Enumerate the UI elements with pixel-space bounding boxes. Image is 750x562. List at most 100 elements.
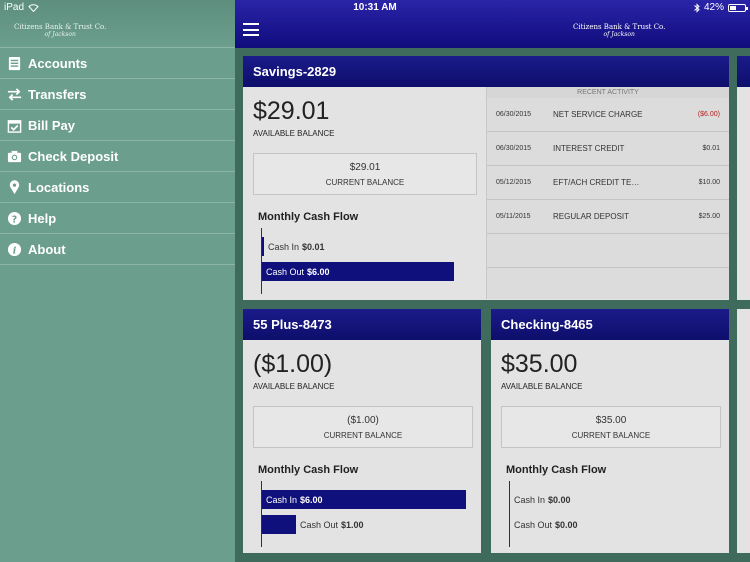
main-panel: Citizens Bank & Trust Co. of Jackson Sav…: [235, 0, 750, 562]
available-balance: $29.01 AVAILABLE BALANCE: [253, 97, 335, 138]
sidebar-item-check-deposit[interactable]: Check Deposit: [0, 141, 235, 172]
camera-icon: [6, 148, 22, 164]
transaction-row[interactable]: 05/11/2015 REGULAR DEPOSIT $25.00: [487, 200, 729, 234]
cash-out-bar: [262, 515, 296, 534]
available-label: AVAILABLE BALANCE: [501, 382, 583, 391]
account-name[interactable]: 55 Plus-8473: [243, 309, 481, 340]
sidebar-item-about[interactable]: i About: [0, 234, 235, 265]
question-icon: ?: [6, 210, 22, 226]
cash-out-label: Cash Out $0.00: [514, 515, 578, 534]
cash-out-label: Cash Out $1.00: [300, 515, 364, 534]
current-balance-box[interactable]: ($1.00) CURRENT BALANCE: [253, 406, 473, 448]
cash-in-bar: [262, 237, 264, 256]
sidebar-logo: Citizens Bank & Trust Co. of Jackson: [14, 23, 106, 39]
cash-flow-title: Monthly Cash Flow: [506, 464, 607, 476]
cash-out-text: Cash Out: [514, 519, 553, 530]
transaction-row-empty: [487, 234, 729, 268]
recent-activity-panel: RECENT ACTIVITY 06/30/2015 NET SERVICE C…: [486, 87, 729, 299]
menu-icon[interactable]: [243, 23, 259, 36]
cash-out-amount: $6.00: [307, 266, 330, 277]
available-amount: ($1.00): [253, 350, 333, 378]
account-card-partial-top[interactable]: [737, 56, 750, 300]
cash-in-text: Cash In: [514, 494, 546, 505]
cash-flow-title: Monthly Cash Flow: [258, 211, 359, 223]
cash-in-text: Cash In: [266, 494, 298, 505]
sidebar: Citizens Bank & Trust Co. of Jackson Acc…: [0, 0, 235, 562]
cash-in-amount: $6.00: [300, 494, 323, 505]
transaction-row[interactable]: 05/12/2015 EFT/ACH CREDIT TE… $10.00: [487, 166, 729, 200]
available-amount: $35.00: [501, 350, 578, 378]
account-name[interactable]: Savings-2829: [243, 56, 729, 87]
tx-date: 06/30/2015: [496, 145, 532, 152]
sidebar-item-label: About: [28, 241, 66, 257]
account-card-partial-bottom[interactable]: [737, 309, 750, 553]
available-label: AVAILABLE BALANCE: [253, 129, 335, 138]
tx-amount: $0.01: [702, 145, 720, 152]
calendar-check-icon: [6, 117, 22, 133]
recent-activity-title: RECENT ACTIVITY: [487, 87, 729, 98]
current-label: CURRENT BALANCE: [323, 431, 403, 440]
cash-in-amount: $0.01: [302, 241, 325, 252]
sidebar-item-locations[interactable]: Locations: [0, 172, 235, 203]
battery-percent: 42%: [703, 2, 724, 13]
brand-name: Citizens Bank & Trust Co.: [573, 23, 666, 31]
tx-date: 05/12/2015: [496, 179, 532, 186]
current-balance-box[interactable]: $35.00 CURRENT BALANCE: [501, 406, 721, 448]
cash-out-amount: $0.00: [555, 519, 578, 530]
sidebar-item-label: Help: [28, 210, 57, 226]
transfer-arrows-icon: [6, 86, 22, 102]
status-bar: iPad 10:31 AM 42%: [0, 0, 750, 16]
account-card-55-plus[interactable]: 55 Plus-8473 ($1.00) AVAILABLE BALANCE (…: [243, 309, 481, 553]
cash-out-amount: $1.00: [341, 519, 364, 530]
svg-text:?: ?: [11, 214, 16, 225]
status-time: 10:31 AM: [353, 2, 397, 13]
sidebar-item-label: Check Deposit: [28, 148, 119, 164]
current-amount: $29.01: [349, 162, 381, 173]
status-right: 42%: [694, 2, 748, 13]
cash-out-bar: Cash Out $6.00: [262, 262, 454, 281]
sidebar-item-help[interactable]: ? Help: [0, 203, 235, 234]
battery-icon: [728, 3, 748, 12]
tx-amount: $10.00: [698, 179, 720, 186]
brand-sub: of Jackson: [44, 31, 76, 38]
sidebar-item-label: Bill Pay: [28, 117, 75, 133]
tx-desc: EFT/ACH CREDIT TE…: [553, 178, 640, 187]
cash-in-label: Cash In $0.00: [514, 490, 571, 509]
current-balance-box[interactable]: $29.01 CURRENT BALANCE: [253, 153, 477, 195]
tx-amount: ($6.00): [697, 111, 720, 118]
sidebar-item-bill-pay[interactable]: Bill Pay: [0, 110, 235, 141]
available-balance: $35.00 AVAILABLE BALANCE: [501, 350, 583, 391]
tx-desc: REGULAR DEPOSIT: [553, 212, 630, 221]
cash-out-text: Cash Out: [300, 519, 339, 530]
sidebar-item-label: Locations: [28, 179, 90, 195]
sidebar-item-transfers[interactable]: Transfers: [0, 79, 235, 110]
available-amount: $29.01: [253, 97, 330, 125]
tx-amount: $25.00: [698, 213, 720, 220]
account-card-checking[interactable]: Checking-8465 $35.00 AVAILABLE BALANCE $…: [491, 309, 729, 553]
current-label: CURRENT BALANCE: [325, 178, 405, 187]
available-label: AVAILABLE BALANCE: [253, 382, 335, 391]
cash-in-label: Cash In $0.01: [268, 237, 325, 256]
brand-sub: of Jackson: [603, 31, 635, 38]
tx-date: 06/30/2015: [496, 111, 532, 118]
account-card-savings[interactable]: Savings-2829 $29.01 AVAILABLE BALANCE $2…: [243, 56, 729, 300]
tx-desc: INTEREST CREDIT: [553, 144, 625, 153]
available-balance: ($1.00) AVAILABLE BALANCE: [253, 350, 335, 391]
accounts-icon: [6, 55, 22, 71]
battery-fill: [730, 5, 736, 10]
sidebar-item-accounts[interactable]: Accounts: [0, 48, 235, 79]
transaction-row[interactable]: 06/30/2015 INTEREST CREDIT $0.01: [487, 132, 729, 166]
cash-out-text: Cash Out: [266, 266, 305, 277]
cash-in-text: Cash In: [268, 241, 300, 252]
transaction-row[interactable]: 06/30/2015 NET SERVICE CHARGE ($6.00): [487, 98, 729, 132]
current-amount: $35.00: [595, 415, 627, 426]
cash-in-bar: Cash In $6.00: [262, 490, 466, 509]
tx-desc: NET SERVICE CHARGE: [553, 110, 643, 119]
cash-flow-title: Monthly Cash Flow: [258, 464, 359, 476]
cash-flow-axis: [509, 481, 510, 547]
account-name[interactable]: Checking-8465: [491, 309, 729, 340]
partial-card-header[interactable]: [737, 56, 750, 87]
brand-name: Citizens Bank & Trust Co.: [14, 23, 107, 31]
cash-in-amount: $0.00: [548, 494, 571, 505]
bluetooth-icon: [694, 2, 700, 13]
